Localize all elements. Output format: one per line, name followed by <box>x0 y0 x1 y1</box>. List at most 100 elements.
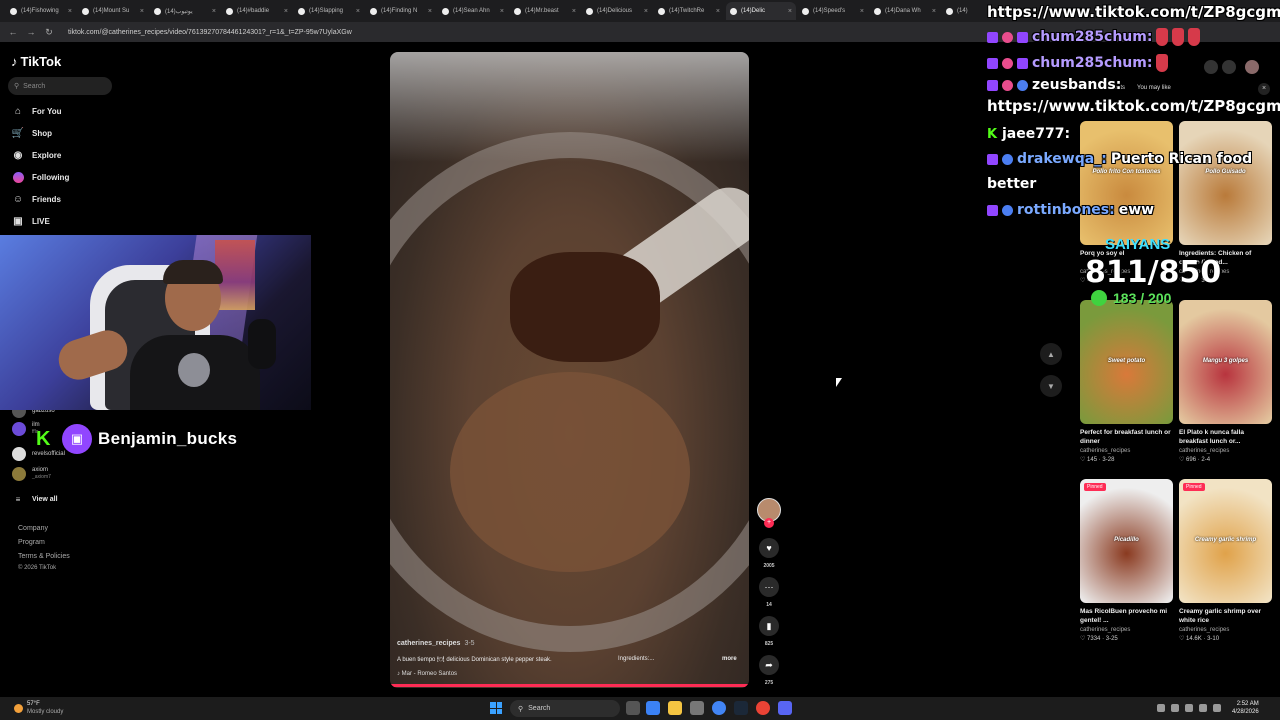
recommended-video[interactable]: Pinned Picadillo Mas RicolBuen provecho mi… <box>1080 479 1173 642</box>
video-author[interactable]: catherines_recipes 3-5 <box>397 640 475 647</box>
nav-following[interactable]: Following <box>12 171 69 183</box>
following-account[interactable]: axiom _axiom7 <box>12 467 51 481</box>
settings-icon[interactable] <box>690 701 704 715</box>
microphone <box>248 319 276 369</box>
footer-program[interactable]: Program <box>18 539 45 546</box>
user-avatar[interactable] <box>1245 60 1259 74</box>
tray-cloud-icon[interactable] <box>1171 704 1179 712</box>
tab-close-icon[interactable]: × <box>140 8 144 15</box>
save-button[interactable]: ▮ <box>759 616 779 636</box>
nav-explore[interactable]: ◉ Explore <box>12 149 62 161</box>
discord-icon[interactable] <box>778 701 792 715</box>
more-button[interactable]: more <box>722 656 737 662</box>
tab-close-icon[interactable]: × <box>284 8 288 15</box>
recommended-video[interactable]: Sweet potato Perfect for breakfast lunch … <box>1080 300 1173 463</box>
url-field[interactable]: tiktok.com/@catherines_recipes/video/761… <box>68 29 352 36</box>
task-view-icon[interactable] <box>626 701 640 715</box>
close-icon[interactable]: × <box>1258 83 1270 95</box>
tab-you-may-like[interactable]: You may like <box>1137 85 1171 91</box>
chrome-icon[interactable] <box>712 701 726 715</box>
video-thumbnail[interactable]: Pinned Picadillo <box>1080 479 1173 603</box>
video-thumbnail[interactable]: Pinned Creamy garlic shrimp <box>1179 479 1272 603</box>
tab-close-icon[interactable]: × <box>356 8 360 15</box>
footer-company[interactable]: Company <box>18 525 48 532</box>
profile-action-icon[interactable] <box>1204 60 1218 74</box>
avatar <box>12 422 26 436</box>
recommended-video[interactable]: Mangu 3 golpes El Plato k nunca falla bre… <box>1179 300 1272 463</box>
browser-tab[interactable]: (14)Slapping × <box>294 2 364 20</box>
nav-label: Following <box>32 172 70 182</box>
tab-favicon-icon <box>514 7 521 15</box>
video-thumbnail[interactable]: Sweet potato <box>1080 300 1173 424</box>
post-date: 3-10 <box>1207 636 1220 642</box>
post-date: 3-25 <box>1105 636 1118 642</box>
browser-tab[interactable]: (14)#baddie × <box>222 2 292 20</box>
tab-close-icon[interactable]: × <box>500 8 504 15</box>
back-icon[interactable]: ← <box>8 27 18 37</box>
browser-tab[interactable]: (14)Finding N × <box>366 2 436 20</box>
browser-tab[interactable]: (14)Fishowing × <box>6 2 76 20</box>
forward-icon[interactable]: → <box>26 27 36 37</box>
previous-video-button[interactable]: ▲ <box>1040 343 1062 365</box>
nav-for-you[interactable]: ⌂ For You <box>12 105 62 117</box>
video-player[interactable]: catherines_recipes 3-5 A buen tiempo 🍽 de… <box>390 52 749 688</box>
browser-app-icon[interactable] <box>756 701 770 715</box>
browser-tab[interactable]: (14)Speed's × <box>798 2 868 20</box>
browser-tab[interactable]: (14)Sean Ahn × <box>438 2 508 20</box>
comment-button[interactable]: ⋯ <box>759 577 779 597</box>
subscriber-badge-icon <box>987 57 998 69</box>
browser-tab[interactable]: (14)Mount Su × <box>78 2 148 20</box>
video-thumbnail[interactable]: Pollo Guisado <box>1179 121 1272 245</box>
system-clock[interactable]: 2:52 AM 4/28/2026 <box>1232 700 1259 716</box>
browser-tab[interactable]: (14)TwitchRe × <box>654 2 724 20</box>
browser-tab[interactable]: (14)Mr.beast × <box>510 2 580 20</box>
tab-close-icon[interactable]: × <box>428 8 432 15</box>
tab-favicon-icon <box>154 7 161 15</box>
emote-badge-icon <box>1002 204 1013 216</box>
tab-label: (14)Sean Ahn <box>453 8 490 14</box>
tab-close-icon[interactable]: × <box>644 8 648 15</box>
reload-icon[interactable]: ↻ <box>44 27 54 38</box>
video-thumbnail[interactable]: Pollo frito Con tostones <box>1080 121 1173 245</box>
file-explorer-icon[interactable] <box>668 701 682 715</box>
tab-close-icon[interactable]: × <box>932 8 936 15</box>
recommended-video[interactable]: Pinned Creamy garlic shrimp Creamy garlic … <box>1179 479 1272 642</box>
browser-tab[interactable]: (14)Delicious × <box>582 2 652 20</box>
app-icon[interactable] <box>646 701 660 715</box>
tab-close-icon[interactable]: × <box>716 8 720 15</box>
nav-friends[interactable]: ☺ Friends <box>12 193 61 205</box>
view-all-link[interactable]: ≡ View all <box>12 493 58 505</box>
phone-icon[interactable] <box>1222 60 1236 74</box>
share-button[interactable]: ➦ <box>759 655 779 675</box>
tray-network-icon[interactable] <box>1185 704 1193 712</box>
tray-volume-icon[interactable] <box>1199 704 1207 712</box>
footer-terms[interactable]: Terms & Policies <box>18 553 70 560</box>
video-thumbnail[interactable]: Mangu 3 golpes <box>1179 300 1272 424</box>
tiktok-logo[interactable]: ♪ TikTok <box>11 54 61 69</box>
windows-start-icon[interactable] <box>490 702 502 714</box>
browser-tab[interactable]: (14)Dana Wh × <box>870 2 940 20</box>
tab-close-icon[interactable]: × <box>860 8 864 15</box>
browser-tab[interactable]: (14)يوتيوب × <box>150 2 220 20</box>
video-music[interactable]: ♪ Mar - Romeo Santos <box>397 671 457 677</box>
tab-favicon-icon <box>226 7 233 15</box>
video-progress-bar[interactable] <box>390 684 749 687</box>
taskbar-search[interactable]: ⚲ Search <box>510 700 620 717</box>
tray-battery-icon[interactable] <box>1213 704 1221 712</box>
next-video-button[interactable]: ▼ <box>1040 375 1062 397</box>
follow-plus-icon[interactable]: + <box>764 518 774 528</box>
video-author: catherines_recipes <box>1080 448 1131 454</box>
steam-icon[interactable] <box>734 701 748 715</box>
save-count: 825 <box>764 641 774 647</box>
weather-widget[interactable]: 57°F Mostly cloudy <box>14 700 63 716</box>
nav-live[interactable]: ▣ LIVE <box>12 215 50 227</box>
tab-close-icon[interactable]: × <box>68 8 72 15</box>
tab-close-icon[interactable]: × <box>212 8 216 15</box>
tray-chevron-icon[interactable] <box>1157 704 1165 712</box>
nav-shop[interactable]: 🛒 Shop <box>12 127 52 139</box>
like-button[interactable]: ♥ <box>759 538 779 558</box>
tab-close-icon[interactable]: × <box>788 8 792 15</box>
search-input[interactable]: ⚲ Search <box>8 77 112 95</box>
browser-tab[interactable]: (14)Delic × <box>726 2 796 20</box>
tab-close-icon[interactable]: × <box>572 8 576 15</box>
